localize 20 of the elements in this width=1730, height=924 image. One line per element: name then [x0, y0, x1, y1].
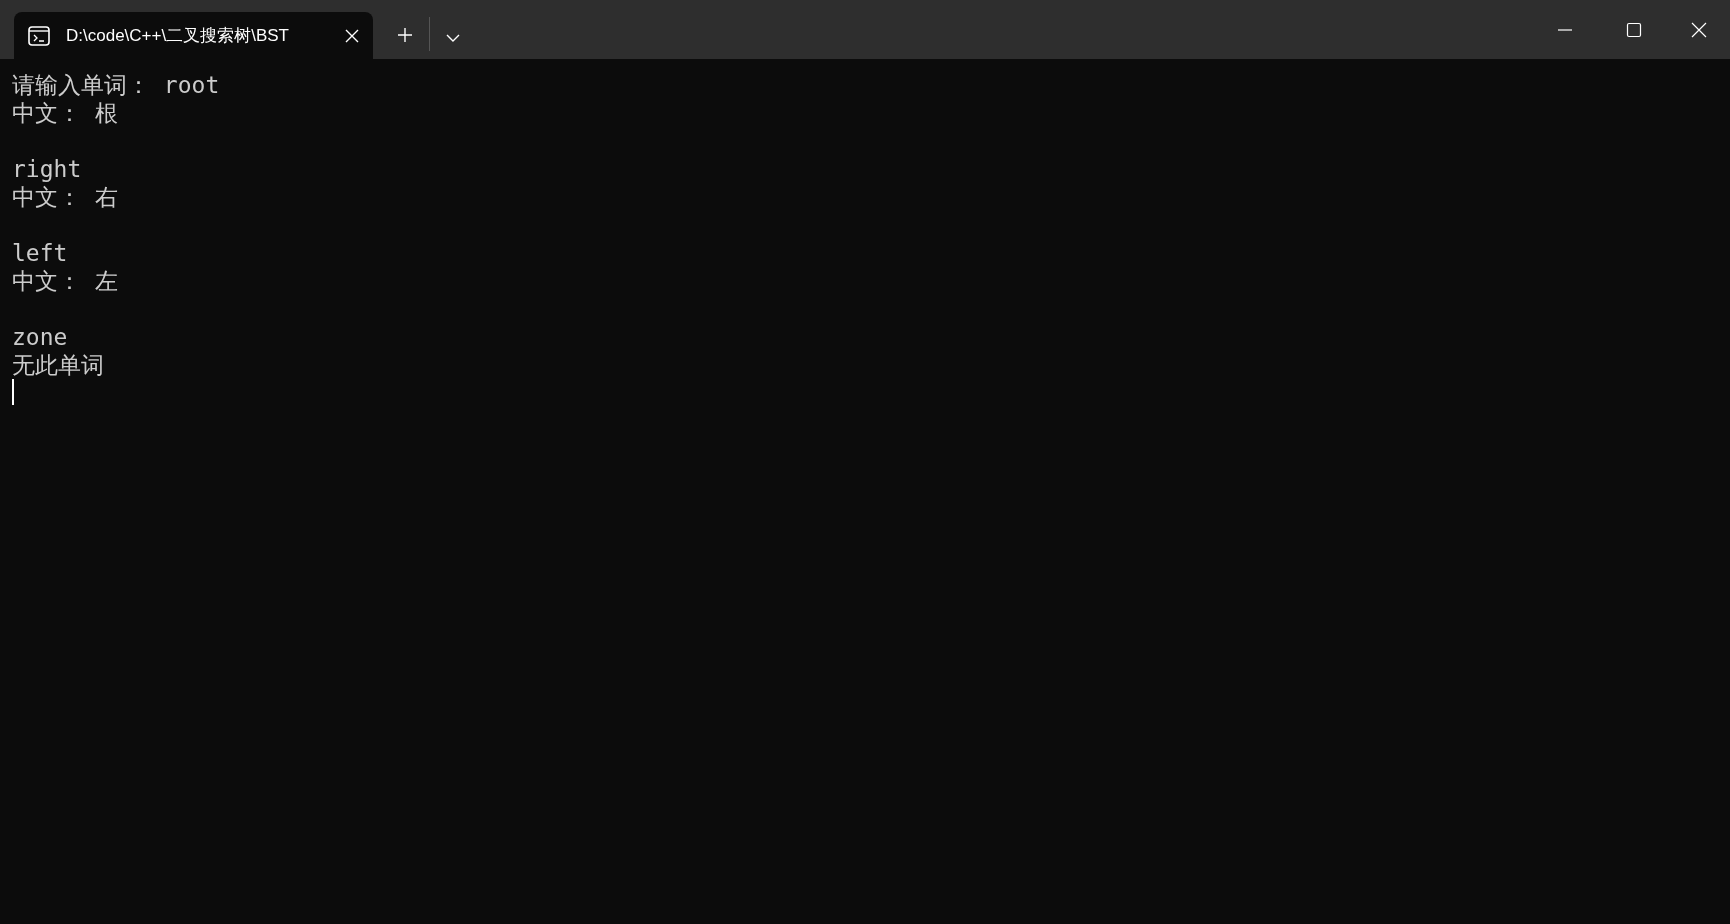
output-line: zone [12, 323, 68, 351]
maximize-icon [1625, 21, 1642, 38]
output-line: 无此单词 [12, 351, 104, 379]
close-icon [345, 28, 359, 43]
close-icon [1691, 21, 1707, 38]
output-line: 中文： 右 [12, 183, 118, 211]
terminal-tab[interactable]: D:\code\C++\二叉搜索树\BST [14, 12, 373, 59]
terminal-icon [28, 25, 50, 46]
dropdown-button[interactable] [446, 33, 460, 43]
minimize-icon [1556, 28, 1573, 31]
tab-title: D:\code\C++\二叉搜索树\BST [66, 24, 290, 47]
output-line: 请输入单词： root [12, 71, 220, 99]
output-line: right [12, 155, 82, 183]
output-line: left [12, 239, 68, 267]
chevron-down-icon [446, 33, 460, 43]
output-line: 中文： 根 [12, 99, 118, 127]
plus-icon [397, 27, 413, 43]
new-tab-button[interactable] [397, 27, 413, 43]
close-tab-button[interactable] [345, 28, 359, 43]
output-line: 中文： 左 [12, 267, 118, 295]
